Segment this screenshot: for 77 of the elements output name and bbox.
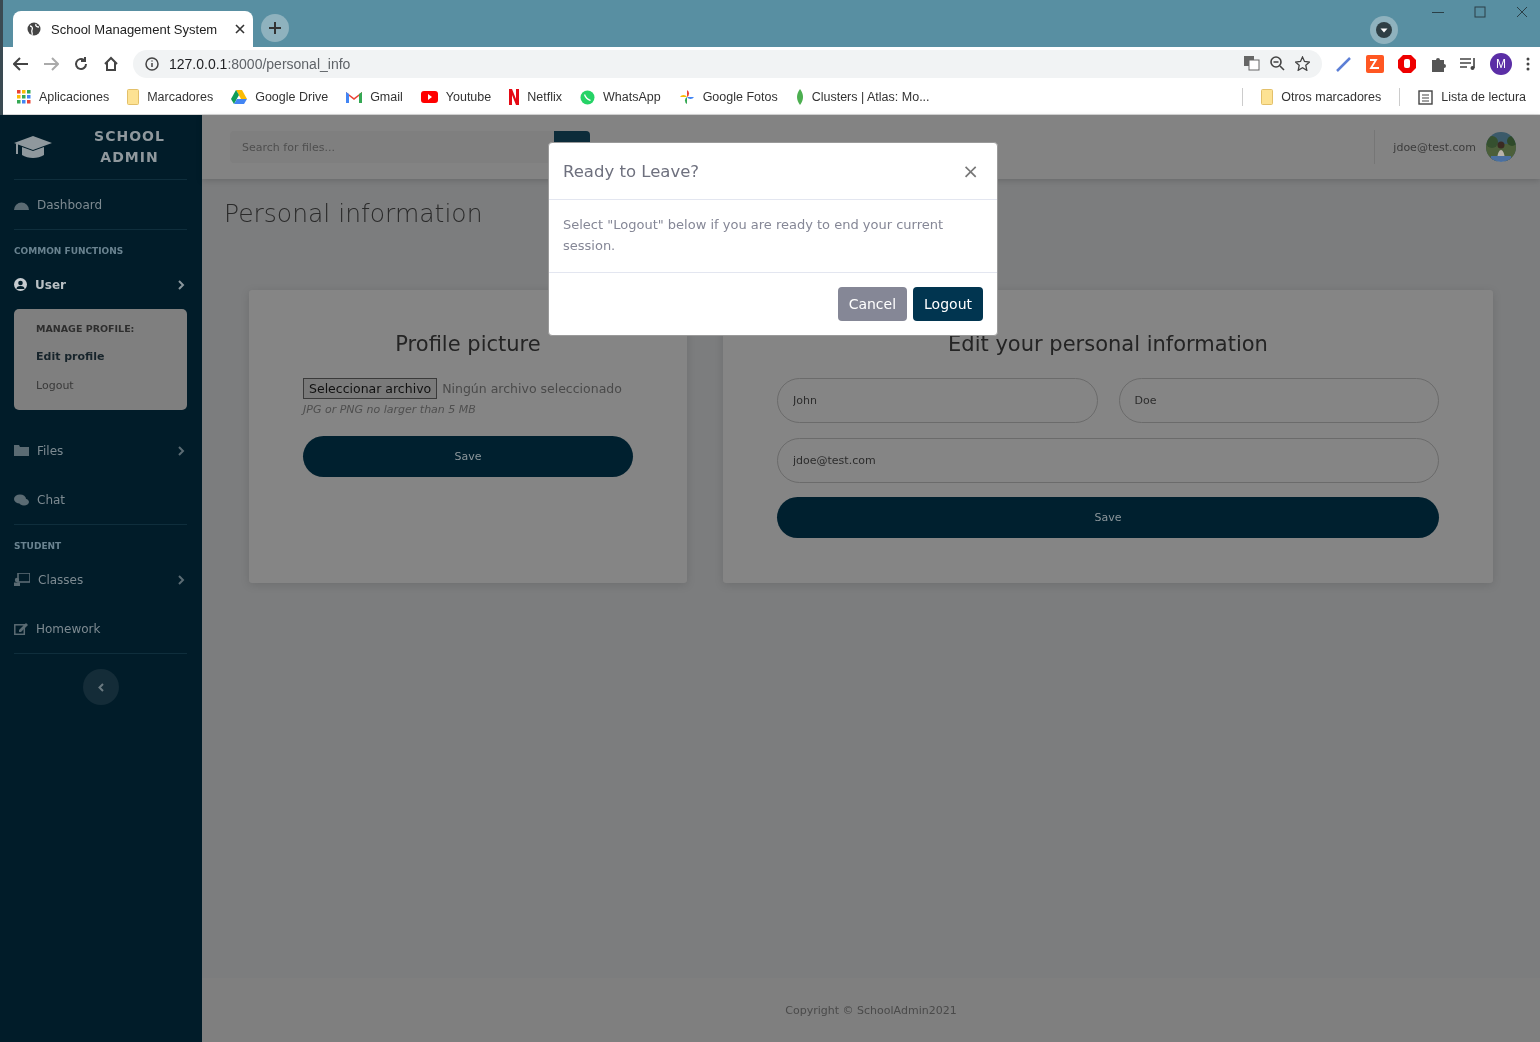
sidebar-heading: STUDENT: [14, 540, 63, 553]
new-tab-button[interactable]: [261, 14, 289, 42]
sidebar-item[interactable]: Chat: [14, 475, 187, 524]
back-arrow-icon[interactable]: [13, 56, 29, 71]
sidebar-item[interactable]: Homework: [14, 604, 187, 653]
folder-icon: [14, 445, 29, 456]
home-icon[interactable]: [103, 55, 119, 72]
bookmark-link[interactable]: Otros marcadores: [1281, 90, 1382, 104]
file-status: Ningún archivo seleccionado: [442, 381, 622, 396]
edit-icon: [14, 622, 28, 635]
dialog-message: Select "Logout" below if you are ready to end your current session.: [549, 200, 997, 273]
playlist-icon[interactable]: [1460, 56, 1476, 71]
puzzle-icon[interactable]: [1430, 55, 1446, 72]
bookmark-link[interactable]: Youtube: [445, 90, 492, 104]
address-bar[interactable]: 127.0.0.1:8000/personal_info: [133, 49, 1322, 78]
phone-bubble-icon: [579, 89, 595, 105]
bookmark-link[interactable]: Clusters | Atlas: Mo...: [811, 90, 930, 104]
close-icon[interactable]: [235, 24, 245, 34]
n-logo-icon: [509, 89, 520, 105]
input-field[interactable]: John: [777, 378, 1098, 423]
submenu-heading: MANAGE PROFILE:: [36, 322, 136, 336]
pen-icon[interactable]: [1336, 55, 1352, 72]
translate-icon[interactable]: [1244, 56, 1260, 71]
close-button[interactable]: ×: [958, 159, 983, 183]
sidebar-item[interactable]: Dashboard: [14, 180, 187, 229]
chalkboard-icon: [14, 573, 30, 586]
leaf-icon: [795, 89, 804, 105]
zoom-out-icon[interactable]: [1270, 56, 1285, 71]
bookmark-link[interactable]: Marcadores: [147, 90, 214, 104]
save-button[interactable]: Save: [777, 497, 1439, 538]
globe-icon: [27, 22, 41, 36]
play-icon: [420, 91, 438, 103]
user-icon: [14, 278, 27, 291]
card-title: Profile picture: [394, 332, 542, 356]
plus-icon: [268, 21, 282, 35]
bookmark-link[interactable]: Lista de lectura: [1441, 90, 1526, 104]
star-icon[interactable]: [1295, 56, 1310, 71]
caret-down-icon: [1376, 22, 1392, 38]
sidebar-item[interactable]: Files: [14, 426, 187, 475]
bookmark-link[interactable]: WhatsApp: [602, 90, 661, 104]
bookmark-link[interactable]: Gmail: [370, 90, 403, 104]
submenu-item[interactable]: Edit profile: [36, 344, 187, 373]
apps-grid-icon: [17, 90, 31, 104]
tab-search-button[interactable]: [1370, 16, 1398, 44]
bookmark-link[interactable]: Aplicaciones: [39, 90, 110, 104]
folder-icon: [1261, 89, 1274, 105]
page-title: Personal information: [224, 199, 483, 228]
info-icon: [145, 56, 159, 71]
cancel-button[interactable]: Cancel: [837, 287, 908, 321]
folder-icon: [127, 89, 140, 105]
extension-icon[interactable]: [1366, 54, 1384, 73]
choose-file-button[interactable]: Seleccionar archivo: [303, 378, 438, 399]
chat-icon: [14, 493, 29, 506]
sidebar-heading: COMMON FUNCTIONS: [14, 245, 125, 258]
input-field[interactable]: jdoe@test.com: [777, 438, 1439, 483]
brand-title: SCHOOL ADMIN: [93, 127, 166, 167]
sidebar-item[interactable]: Classes: [14, 555, 187, 604]
reload-icon[interactable]: [73, 55, 89, 72]
tab-title: School Management System: [51, 21, 219, 37]
browser-tab[interactable]: School Management System: [13, 11, 253, 47]
url-text: 127.0.0.1:8000/personal_info: [169, 55, 351, 72]
logout-button[interactable]: Logout: [913, 287, 983, 321]
bookmark-link[interactable]: Google Drive: [255, 90, 329, 104]
profile-avatar[interactable]: M: [1490, 52, 1512, 75]
sidebar-item[interactable]: User: [14, 260, 187, 309]
save-button[interactable]: Save: [303, 436, 633, 477]
chevron-left-icon: [97, 682, 104, 692]
list-icon[interactable]: [1418, 89, 1434, 105]
graduation-cap-icon: [14, 134, 52, 160]
bookmark-link[interactable]: Netflix: [527, 90, 562, 104]
input-field[interactable]: Doe: [1118, 378, 1439, 423]
pinwheel-icon: [678, 89, 695, 105]
triangle-icon: [231, 90, 248, 104]
mail-icon: [346, 91, 363, 103]
dialog-title: Ready to Leave?: [563, 161, 700, 181]
more-icon[interactable]: [1526, 56, 1530, 71]
bookmark-link[interactable]: Google Fotos: [702, 90, 778, 104]
